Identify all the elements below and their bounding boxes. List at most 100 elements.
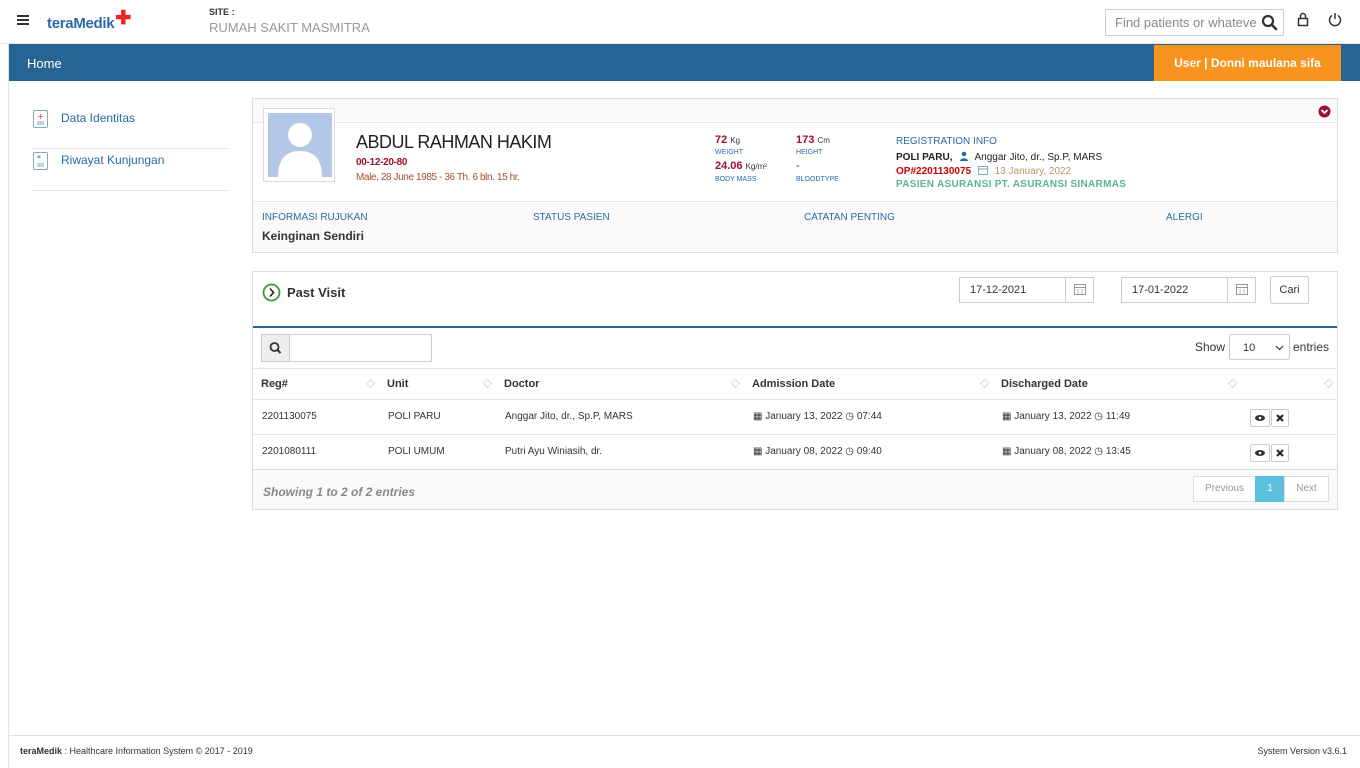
menu-icon[interactable] — [17, 15, 29, 25]
sidebar-item-label: Riwayat Kunjungan — [61, 153, 165, 167]
view-button[interactable] — [1250, 409, 1270, 427]
footer-copyright: teraMedik : Healthcare Information Syste… — [20, 746, 253, 756]
doctor-icon — [960, 151, 969, 161]
sort-icon[interactable] — [980, 379, 989, 388]
footer-version: System Version v3.6.1 — [1257, 746, 1347, 756]
column-header-admission[interactable]: Admission Date — [752, 378, 835, 390]
next-page-button[interactable]: Next — [1284, 476, 1329, 502]
patient-card-icon: + — [33, 110, 48, 128]
column-header-doctor[interactable]: Doctor — [504, 378, 539, 390]
bloodtype-value: - — [796, 160, 800, 172]
registration-op-number: OP#2201130075 13 January, 2022 — [896, 166, 1072, 177]
doctor-cell: Anggar Jito, dr., Sp.P, MARS — [505, 411, 633, 422]
avatar-icon — [278, 123, 322, 177]
rujukan-label: INFORMASI RUJUKAN — [262, 212, 368, 223]
bmi-value: 24.06 Kg/m² — [715, 160, 767, 172]
chevron-down-icon — [1275, 345, 1284, 351]
height-value: 173 Cm — [796, 134, 830, 146]
weight-label: WEIGHT — [715, 149, 743, 156]
main-navbar: Home User | Donni maulana sifa — [9, 44, 1360, 81]
sort-icon[interactable] — [366, 379, 375, 388]
reg-cell: 2201080111 — [262, 446, 317, 457]
patient-info-row: INFORMASI RUJUKAN Keinginan Sendiri STAT… — [253, 201, 1337, 251]
discharge-cell: ▦ January 13, 2022 ◷ 11:49 — [1002, 411, 1131, 422]
nav-home-link[interactable]: Home — [27, 56, 62, 71]
table-row: 2201080111 POLI UMUM Putri Ayu Winiasih,… — [253, 434, 1337, 469]
patient-photo — [263, 108, 335, 182]
patient-dob: Male, 28 June 1985 - 36 Th. 6 bln. 15 hr… — [356, 172, 520, 183]
cari-button[interactable]: Cari — [1270, 276, 1309, 304]
lock-icon[interactable] — [1297, 12, 1309, 27]
sort-icon[interactable] — [1324, 379, 1333, 388]
close-icon — [1276, 414, 1284, 422]
collapse-chevron-icon[interactable] — [1318, 105, 1331, 118]
weight-value: 72 Kg — [715, 134, 741, 146]
reg-cell: 2201130075 — [262, 411, 317, 422]
sidebar-item-label: Data Identitas — [61, 111, 136, 125]
eye-icon — [1255, 415, 1265, 421]
date-from-field[interactable]: 17-12-2021 — [959, 277, 1094, 303]
sidebar-item-data-identitas[interactable]: + Data Identitas — [32, 108, 229, 149]
table-search[interactable] — [261, 334, 432, 362]
site-label: SITE : — [209, 7, 235, 17]
table-row: 2201130075 POLI PARU Anggar Jito, dr., S… — [253, 399, 1337, 434]
search-icon[interactable] — [1261, 14, 1278, 31]
global-search-input[interactable] — [1106, 10, 1256, 35]
global-search — [1105, 9, 1284, 36]
admission-cell: ▦ January 08, 2022 ◷ 09:40 — [753, 446, 882, 457]
page-size-select[interactable]: 10 — [1229, 334, 1290, 360]
power-icon[interactable] — [1328, 12, 1342, 27]
admission-cell: ▦ January 13, 2022 ◷ 07:44 — [753, 411, 882, 422]
search-icon[interactable] — [262, 335, 290, 361]
past-visit-title: Past Visit — [287, 285, 346, 300]
patient-name: ABDUL RAHMAN HAKIM — [356, 132, 552, 152]
past-visit-panel: Past Visit 17-12-2021 17-01-2022 Cari Sh… — [252, 271, 1338, 510]
delete-button[interactable] — [1271, 409, 1289, 427]
bloodtype-label: BLOODTYPE — [796, 176, 839, 183]
doctor-cell: Putri Ayu Winiasih, dr. — [505, 446, 603, 457]
column-header-discharged[interactable]: Discharged Date — [1001, 378, 1088, 390]
catatan-penting-label: CATATAN PENTING — [804, 212, 895, 223]
top-bar: teraMedik✚ SITE : RUMAH SAKIT MASMITRA — [0, 0, 1360, 44]
bmi-label: BODY MASS — [715, 176, 757, 183]
unit-cell: POLI PARU — [388, 411, 441, 422]
column-header-reg[interactable]: Reg# — [261, 378, 288, 390]
left-edge-rule — [8, 44, 9, 768]
discharge-cell: ▦ January 08, 2022 ◷ 13:45 — [1002, 446, 1131, 457]
showing-entries-text: Showing 1 to 2 of 2 entries — [263, 485, 416, 499]
user-badge[interactable]: User | Donni maulana sifa — [1154, 45, 1341, 81]
page-1-button[interactable]: 1 — [1255, 476, 1285, 502]
registration-info-title: REGISTRATION INFO — [896, 136, 997, 147]
height-label: HEIGHT — [796, 149, 823, 156]
registration-unit: POLI PARU, Anggar Jito, dr., Sp.P, MARS — [896, 151, 1103, 163]
column-header-unit[interactable]: Unit — [387, 378, 408, 390]
table-footer: Showing 1 to 2 of 2 entries Previous 1 N… — [253, 469, 1337, 509]
svg-text:+: + — [37, 112, 44, 121]
medical-record-icon: * — [33, 152, 48, 170]
close-icon — [1276, 449, 1284, 457]
calendar-icon[interactable] — [1065, 278, 1093, 302]
delete-button[interactable] — [1271, 444, 1289, 462]
sort-icon[interactable] — [1228, 379, 1237, 388]
sort-icon[interactable] — [731, 379, 740, 388]
app-logo[interactable]: teraMedik✚ — [47, 8, 131, 34]
insurance-status: PASIEN ASURANSI PT. ASURANSI SINARMAS — [896, 179, 1127, 190]
status-pasien-label: STATUS PASIEN — [533, 212, 610, 223]
rujukan-value: Keinginan Sendiri — [262, 229, 365, 243]
show-label: Show — [1195, 340, 1226, 354]
calendar-icon[interactable] — [1227, 278, 1255, 302]
sidebar-item-riwayat-kunjungan[interactable]: * Riwayat Kunjungan — [32, 150, 229, 191]
patient-panel: ABDUL RAHMAN HAKIM 00-12-20-80 Male, 28 … — [252, 98, 1338, 253]
unit-cell: POLI UMUM — [388, 446, 445, 457]
view-button[interactable] — [1250, 444, 1270, 462]
section-divider — [253, 326, 1337, 328]
svg-text:*: * — [37, 154, 41, 163]
history-icon — [262, 283, 281, 302]
site-name: RUMAH SAKIT MASMITRA — [209, 20, 370, 35]
date-to-field[interactable]: 17-01-2022 — [1121, 277, 1256, 303]
sort-icon[interactable] — [483, 379, 492, 388]
alergi-label: ALERGI — [1166, 212, 1203, 223]
page-footer: teraMedik : Healthcare Information Syste… — [9, 735, 1360, 768]
previous-page-button[interactable]: Previous — [1193, 476, 1256, 502]
calendar-icon — [977, 166, 988, 175]
